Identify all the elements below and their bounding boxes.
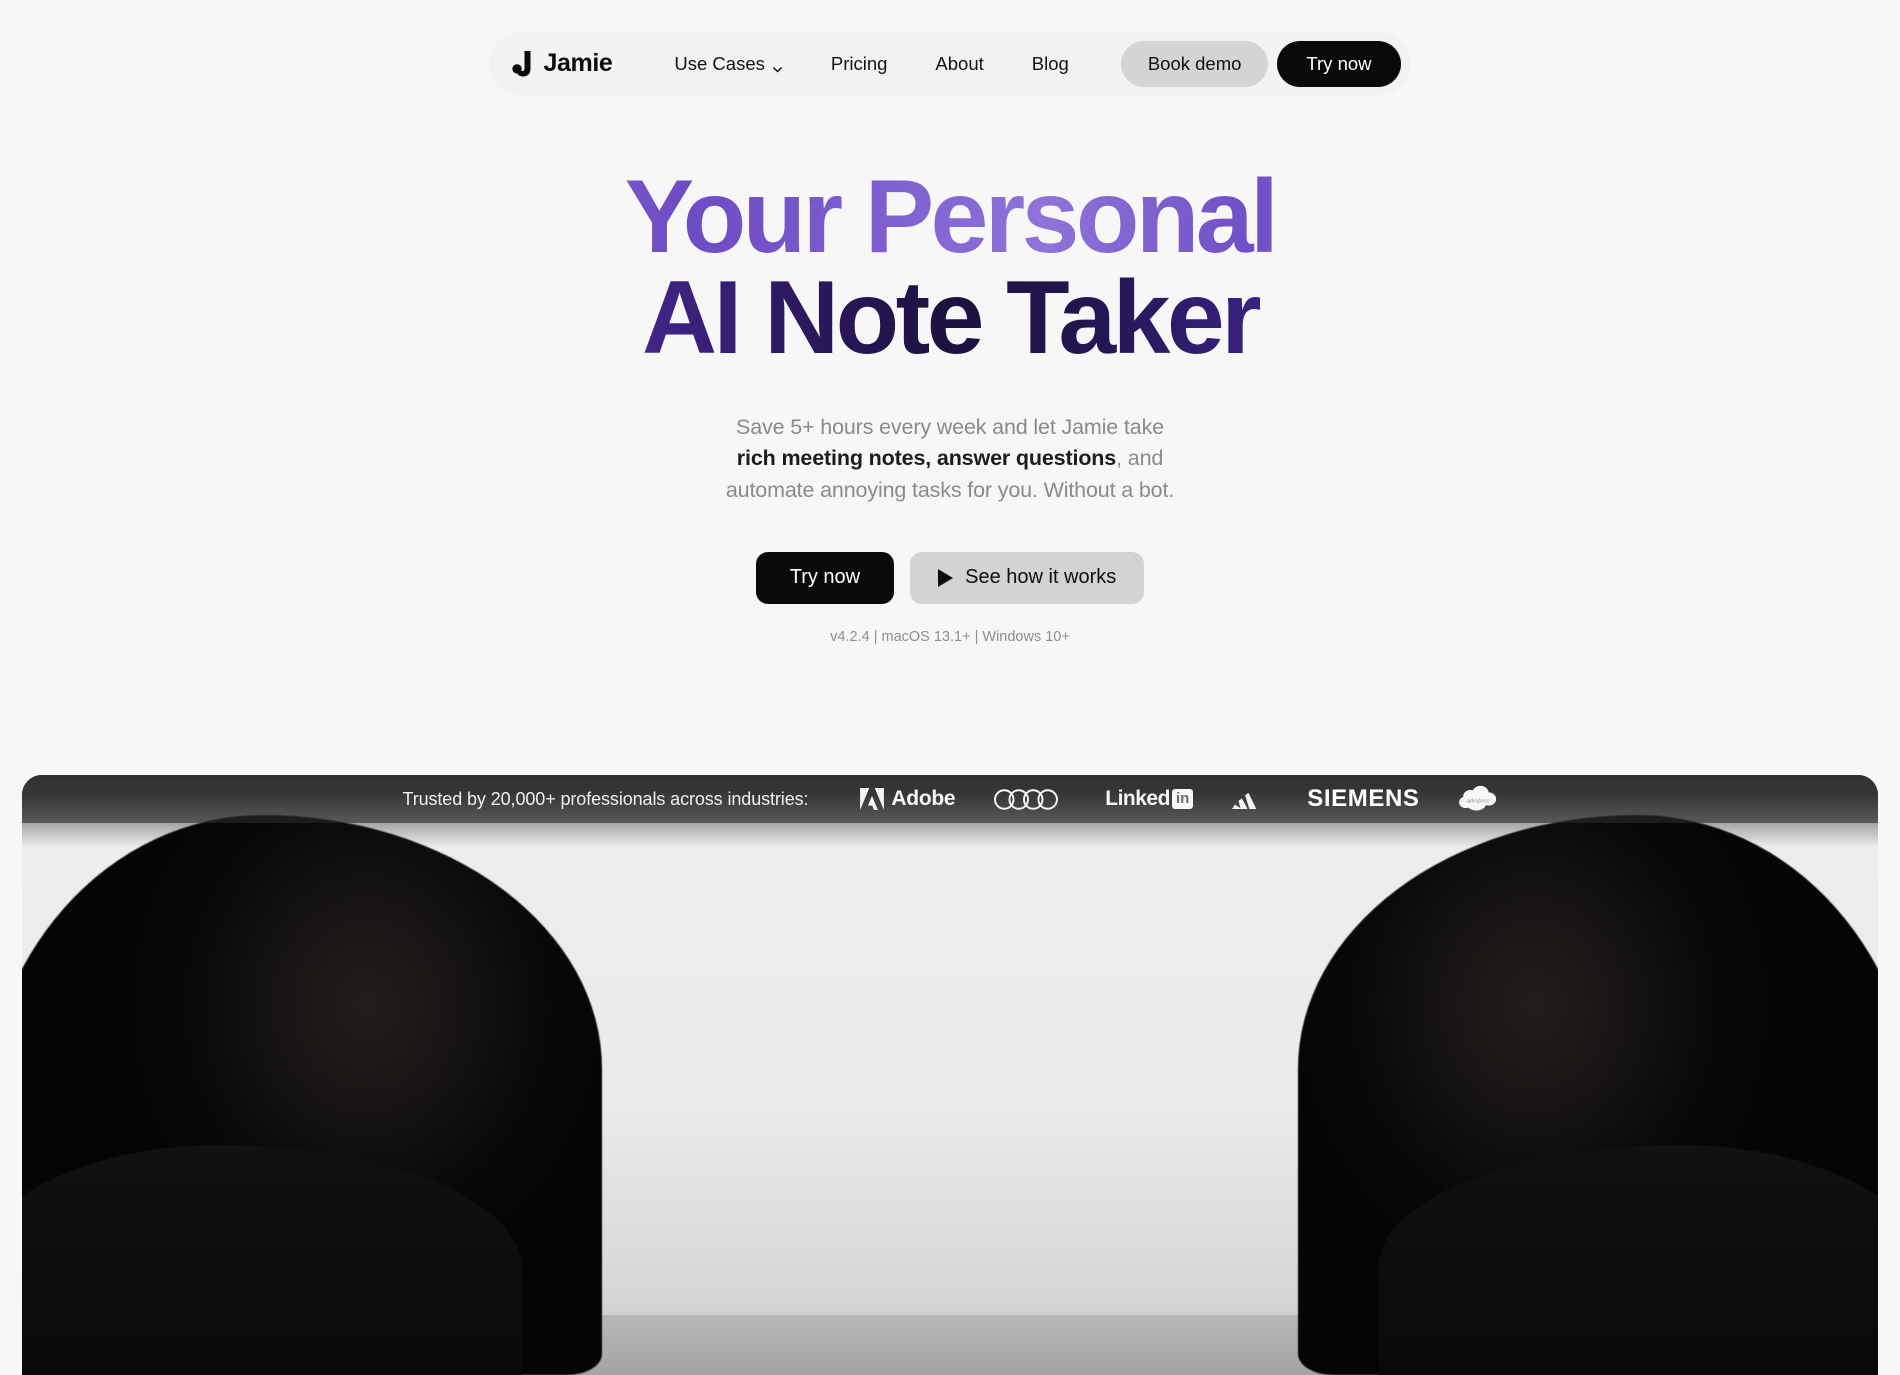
nav-link-label: Pricing bbox=[830, 52, 888, 74]
logo-adidas bbox=[1231, 788, 1269, 811]
version-info: v4.2.4 | macOS 13.1+ | Windows 10+ bbox=[830, 628, 1070, 645]
try-now-hero-button[interactable]: Try now bbox=[755, 551, 895, 604]
logo-salesforce: salesforce bbox=[1458, 785, 1498, 813]
trust-bar-text: Trusted by 20,000+ professionals across … bbox=[402, 788, 809, 809]
nav-actions: Book demo Try now bbox=[1120, 40, 1401, 87]
hero-section: Your Personal AI Note Taker Save 5+ hour… bbox=[0, 95, 1900, 645]
nav-link-label: Use Cases bbox=[674, 52, 765, 74]
hero-cta-group: Try now See how it works bbox=[0, 551, 1900, 604]
product-video-section[interactable]: Trusted by 20,000+ professionals across … bbox=[22, 775, 1878, 1375]
linkedin-in-mark: in bbox=[1171, 789, 1194, 809]
subtitle-highlight: rich meeting notes, answer questions bbox=[736, 446, 1117, 471]
nav-link-use-cases[interactable]: Use Cases bbox=[650, 53, 806, 75]
play-icon bbox=[938, 568, 954, 587]
nav-link-blog[interactable]: Blog bbox=[1008, 53, 1093, 75]
heading-line-1: Your Personal bbox=[0, 165, 1900, 269]
see-how-it-works-label: See how it works bbox=[965, 566, 1117, 589]
hero-subtitle: Save 5+ hours every week and let Jamie t… bbox=[715, 412, 1185, 506]
heading-line-2: AI Note Taker bbox=[0, 266, 1900, 370]
book-demo-button[interactable]: Book demo bbox=[1120, 40, 1269, 87]
logo-siemens: SIEMENS bbox=[1307, 785, 1420, 812]
try-now-nav-button[interactable]: Try now bbox=[1277, 40, 1401, 87]
see-how-it-works-button[interactable]: See how it works bbox=[910, 551, 1145, 604]
navbar-wrapper: Jamie Use Cases Pricing About Blog Book … bbox=[0, 0, 1900, 95]
nav-link-label: About bbox=[935, 52, 984, 74]
page-title: Your Personal AI Note Taker bbox=[0, 165, 1900, 370]
linkedin-word: Linked bbox=[1105, 787, 1170, 810]
chevron-down-icon bbox=[772, 58, 783, 73]
trust-bar: Trusted by 20,000+ professionals across … bbox=[22, 775, 1878, 823]
logo-adobe: Adobe bbox=[860, 787, 956, 811]
brand-name: Jamie bbox=[543, 49, 613, 77]
nav-links: Use Cases Pricing About Blog bbox=[650, 53, 1092, 75]
nav-link-pricing[interactable]: Pricing bbox=[807, 53, 912, 75]
adobe-label: Adobe bbox=[891, 787, 956, 810]
subtitle-part-1: Save 5+ hours every week and let Jamie t… bbox=[736, 414, 1164, 439]
brand-logo[interactable]: Jamie bbox=[511, 49, 613, 78]
logo-audi bbox=[993, 788, 1067, 811]
svg-text:salesforce: salesforce bbox=[1466, 797, 1490, 804]
jamie-j-icon bbox=[511, 50, 534, 77]
nav-link-label: Blog bbox=[1031, 52, 1069, 74]
logo-linkedin: Linked in bbox=[1105, 787, 1194, 811]
navbar: Jamie Use Cases Pricing About Blog Book … bbox=[489, 32, 1411, 95]
nav-link-about[interactable]: About bbox=[911, 53, 1007, 75]
